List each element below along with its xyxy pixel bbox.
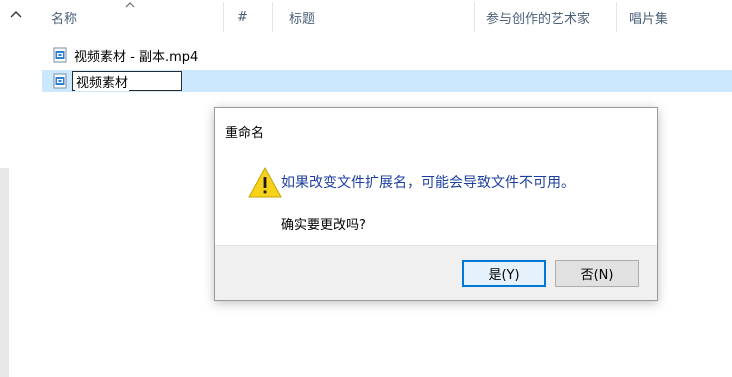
sort-ascending-icon (125, 2, 135, 8)
column-album[interactable]: 唱片集 (629, 0, 668, 34)
column-divider[interactable] (616, 2, 617, 32)
column-divider[interactable] (223, 2, 224, 32)
dialog-button-bar: 是(Y) 否(N) (215, 245, 657, 300)
file-name: 视频素材 - 副本.mp4 (74, 49, 199, 65)
column-title[interactable]: 标题 (289, 0, 315, 34)
column-name-label: 名称 (51, 11, 78, 27)
column-artists-label: 参与创作的艺术家 (486, 11, 591, 27)
column-number-label: # (237, 9, 248, 25)
column-number[interactable]: # (237, 0, 248, 34)
list-item-selected[interactable]: 视频素材 (42, 70, 732, 92)
column-divider[interactable] (272, 2, 273, 32)
navigation-scrollbar[interactable] (0, 168, 9, 377)
column-divider[interactable] (474, 2, 475, 32)
list-item[interactable]: 视频素材 - 副本.mp4 (42, 44, 198, 66)
column-album-label: 唱片集 (629, 11, 669, 27)
column-artists[interactable]: 参与创作的艺术家 (486, 0, 590, 34)
column-title-label: 标题 (289, 11, 316, 27)
rename-dialog: 重命名 如果改变文件扩展名，可能会导致文件不可用。 确实要更改吗? 是(Y) 否… (214, 107, 658, 301)
dialog-question: 确实要更改吗? (281, 218, 366, 233)
rename-input-text: 视频素材 (75, 71, 130, 91)
yes-button[interactable]: 是(Y) (462, 260, 546, 287)
column-name[interactable]: 名称 (51, 0, 77, 34)
rename-input[interactable]: 视频素材 (72, 71, 182, 91)
dialog-title: 重命名 (225, 126, 265, 141)
video-file-icon (52, 47, 68, 63)
no-button[interactable]: 否(N) (555, 260, 639, 287)
video-file-icon (52, 73, 68, 89)
collapse-nav-icon[interactable] (8, 8, 24, 20)
file-explorer-window: 名称 # 标题 参与创作的艺术家 唱片集 视频素材 - 副本.mp4 视频素材 … (0, 0, 732, 377)
dialog-message: 如果改变文件扩展名，可能会导致文件不可用。 (281, 175, 575, 191)
navigation-pane (0, 0, 34, 377)
warning-icon (248, 166, 282, 198)
column-header: 名称 # 标题 参与创作的艺术家 唱片集 (34, 0, 732, 34)
